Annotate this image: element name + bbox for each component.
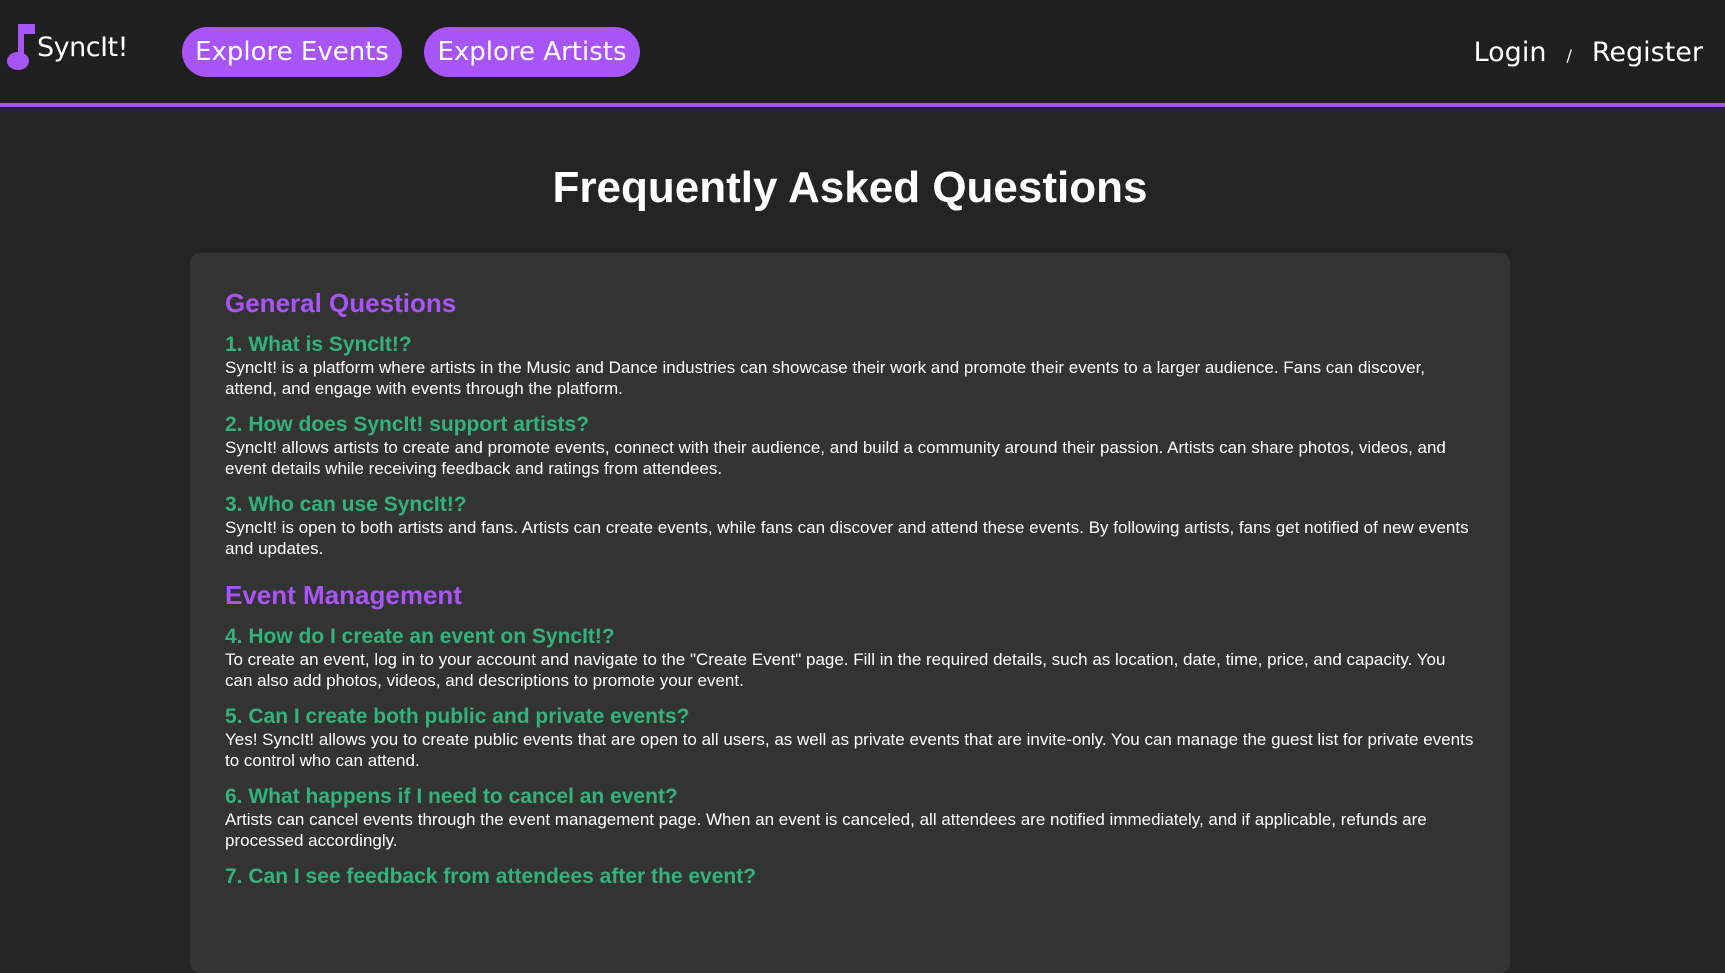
auth-separator: / xyxy=(1566,45,1572,65)
faq-question: 6. What happens if I need to cancel an e… xyxy=(225,785,678,808)
faq-question: 5. Can I create both public and private … xyxy=(225,705,690,728)
faq-answer: Yes! SyncIt! allows you to create public… xyxy=(225,730,1474,770)
faq-item: 2. How does SyncIt! support artists? Syn… xyxy=(225,413,1476,479)
faq-answer: SyncIt! is a platform where artists in t… xyxy=(225,358,1426,398)
faq-item: 3. Who can use SyncIt!? SyncIt! is open … xyxy=(225,493,1476,559)
faq-item: 5. Can I create both public and private … xyxy=(225,705,1476,771)
auth-links: Login / Register xyxy=(1474,30,1703,74)
faq-answer: Artists can cancel events through the ev… xyxy=(225,810,1427,850)
faq-item: 4. How do I create an event on SyncIt!? … xyxy=(225,625,1476,691)
faq-answer: SyncIt! allows artists to create and pro… xyxy=(225,438,1446,478)
explore-artists-button[interactable]: Explore Artists xyxy=(424,27,640,77)
faq-question: 3. Who can use SyncIt!? xyxy=(225,493,467,516)
top-navbar: SyncIt! Explore Events Explore Artists L… xyxy=(0,0,1725,107)
faq-question: 4. How do I create an event on SyncIt!? xyxy=(225,625,615,648)
explore-events-button[interactable]: Explore Events xyxy=(182,27,402,77)
login-link[interactable]: Login xyxy=(1474,37,1547,68)
faq-question: 7. Can I see feedback from attendees aft… xyxy=(225,865,757,888)
faq-question: 1. What is SyncIt!? xyxy=(225,333,412,356)
faq-question: 2. How does SyncIt! support artists? xyxy=(225,413,590,436)
page-title: Frequently Asked Questions xyxy=(552,163,1148,212)
logo-text: SyncIt! xyxy=(37,31,128,63)
faq-item: 7. Can I see feedback from attendees aft… xyxy=(225,865,1476,889)
faq-item: 1. What is SyncIt!? SyncIt! is a platfor… xyxy=(225,333,1476,399)
section-heading-general: General Questions xyxy=(225,288,457,318)
faq-answer: To create an event, log in to your accou… xyxy=(225,650,1446,690)
faq-item: 6. What happens if I need to cancel an e… xyxy=(225,785,1476,851)
register-link[interactable]: Register xyxy=(1592,37,1703,68)
faq-answer: SyncIt! is open to both artists and fans… xyxy=(225,518,1469,558)
section-heading-event-management: Event Management xyxy=(225,580,462,610)
logo[interactable]: SyncIt! xyxy=(6,24,128,70)
music-note-icon xyxy=(7,24,35,70)
faq-card: General Questions 1. What is SyncIt!? Sy… xyxy=(190,253,1510,973)
